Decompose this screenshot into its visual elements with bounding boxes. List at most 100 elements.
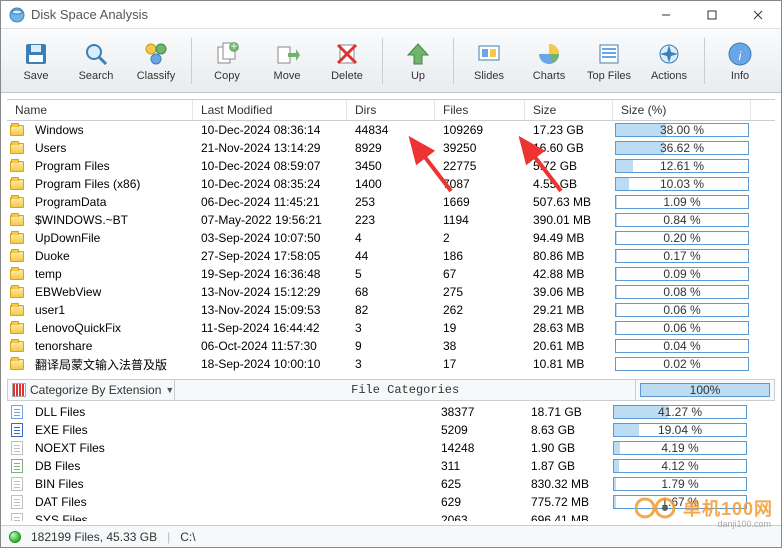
- folder-icon: [7, 341, 27, 352]
- folder-size: 80.86 MB: [525, 249, 613, 263]
- statusbar: 182199 Files, 45.33 GB | C:\: [1, 525, 781, 547]
- folder-modified: 11-Sep-2024 16:44:42: [193, 321, 347, 335]
- folder-modified: 19-Sep-2024 16:36:48: [193, 267, 347, 281]
- folder-icon: [7, 125, 27, 136]
- maximize-button[interactable]: [689, 1, 735, 29]
- delete-button[interactable]: Delete: [318, 34, 376, 88]
- folder-modified: 03-Sep-2024 10:07:50: [193, 231, 347, 245]
- folder-row[interactable]: Program Files 10-Dec-2024 08:59:07 3450 …: [7, 157, 775, 175]
- minimize-button[interactable]: [643, 1, 689, 29]
- tool-label: Save: [23, 70, 48, 82]
- filetype-row[interactable]: SYS Files 2063 696.41 MB: [7, 511, 775, 521]
- folder-size: 94.49 MB: [525, 231, 613, 245]
- actions-button[interactable]: Actions: [640, 34, 698, 88]
- filetype-files: 311: [433, 459, 523, 473]
- folder-modified: 13-Nov-2024 15:12:29: [193, 285, 347, 299]
- category-color-swatch: [12, 383, 26, 397]
- col-last-modified[interactable]: Last Modified: [193, 100, 347, 120]
- folder-dirs: 5: [347, 267, 435, 281]
- svg-text:i: i: [739, 49, 742, 63]
- folder-row[interactable]: Duoke 27-Sep-2024 17:58:05 44 186 80.86 …: [7, 247, 775, 265]
- folder-row[interactable]: temp 19-Sep-2024 16:36:48 5 67 42.88 MB …: [7, 265, 775, 283]
- file-icon: [7, 459, 27, 473]
- folder-icon: [7, 251, 27, 262]
- classify-button[interactable]: Classify: [127, 34, 185, 88]
- folder-modified: 10-Dec-2024 08:35:24: [193, 177, 347, 191]
- save-button[interactable]: Save: [7, 34, 65, 88]
- filetype-files: 629: [433, 495, 523, 509]
- folder-name: LenovoQuickFix: [27, 321, 193, 335]
- folder-name: 翻译局蒙文输入法普及版: [27, 356, 193, 373]
- folder-size: 42.88 MB: [525, 267, 613, 281]
- folder-modified: 27-Sep-2024 17:58:05: [193, 249, 347, 263]
- folder-files: 19: [435, 321, 525, 335]
- folder-pct: 0.02 %: [613, 357, 751, 371]
- filetype-files: 2063: [433, 513, 523, 521]
- charts-button[interactable]: Charts: [520, 34, 578, 88]
- chevron-down-icon[interactable]: ▼: [165, 385, 174, 395]
- folder-row[interactable]: tenorshare 06-Oct-2024 11:57:30 9 38 20.…: [7, 337, 775, 355]
- folder-icon: [7, 359, 27, 370]
- filetype-row[interactable]: DB Files 311 1.87 GB 4.12 %: [7, 457, 775, 475]
- col-name[interactable]: Name: [7, 100, 193, 120]
- filetype-row[interactable]: DLL Files 38377 18.71 GB 41.27 %: [7, 403, 775, 421]
- filetype-size: 1.90 GB: [523, 441, 611, 455]
- folder-name: Program Files (x86): [27, 177, 193, 191]
- folder-size: 4.55 GB: [525, 177, 613, 191]
- folder-row[interactable]: EBWebView 13-Nov-2024 15:12:29 68 275 39…: [7, 283, 775, 301]
- folder-row[interactable]: ProgramData 06-Dec-2024 11:45:21 253 166…: [7, 193, 775, 211]
- folder-row[interactable]: Users 21-Nov-2024 13:14:29 8929 39250 16…: [7, 139, 775, 157]
- folder-dirs: 1400: [347, 177, 435, 191]
- up-button[interactable]: Up: [389, 34, 447, 88]
- folder-row[interactable]: UpDownFile 03-Sep-2024 10:07:50 4 2 94.4…: [7, 229, 775, 247]
- filetype-row[interactable]: DAT Files 629 775.72 MB 1.67 %: [7, 493, 775, 511]
- col-files[interactable]: Files: [435, 100, 525, 120]
- filetype-row[interactable]: NOEXT Files 14248 1.90 GB 4.19 %: [7, 439, 775, 457]
- window-title: Disk Space Analysis: [31, 7, 643, 22]
- status-led-icon: [9, 531, 21, 543]
- filetype-size: 8.63 GB: [523, 423, 611, 437]
- folder-pct: 0.06 %: [613, 321, 751, 335]
- filetype-row[interactable]: BIN Files 625 830.32 MB 1.79 %: [7, 475, 775, 493]
- folder-row[interactable]: Program Files (x86) 10-Dec-2024 08:35:24…: [7, 175, 775, 193]
- folder-pct: 0.20 %: [613, 231, 751, 245]
- search-button[interactable]: Search: [67, 34, 125, 88]
- file-icon: [7, 423, 27, 437]
- tool-label: Info: [731, 70, 749, 82]
- folder-row[interactable]: 翻译局蒙文输入法普及版 18-Sep-2024 10:00:10 3 17 10…: [7, 355, 775, 373]
- categorize-toggle[interactable]: Categorize By Extension: [30, 383, 161, 397]
- move-button[interactable]: Move: [258, 34, 316, 88]
- folder-pct: 12.61 %: [613, 159, 751, 173]
- folder-row[interactable]: user1 13-Nov-2024 15:09:53 82 262 29.21 …: [7, 301, 775, 319]
- folder-dirs: 253: [347, 195, 435, 209]
- folder-dirs: 8929: [347, 141, 435, 155]
- folder-row[interactable]: $WINDOWS.~BT 07-May-2022 19:56:21 223 11…: [7, 211, 775, 229]
- folder-pct: 0.04 %: [613, 339, 751, 353]
- col-size-pct[interactable]: Size (%): [613, 100, 751, 120]
- folder-files: 39250: [435, 141, 525, 155]
- folder-dirs: 44834: [347, 123, 435, 137]
- folder-dirs: 3: [347, 321, 435, 335]
- folder-pct: 10.03 %: [613, 177, 751, 191]
- copy-button[interactable]: +Copy: [198, 34, 256, 88]
- filetype-row[interactable]: EXE Files 5209 8.63 GB 19.04 %: [7, 421, 775, 439]
- col-dirs[interactable]: Dirs: [347, 100, 435, 120]
- col-size[interactable]: Size: [525, 100, 613, 120]
- file-icon: [7, 477, 27, 491]
- folder-row[interactable]: LenovoQuickFix 11-Sep-2024 16:44:42 3 19…: [7, 319, 775, 337]
- folder-row[interactable]: Windows 10-Dec-2024 08:36:14 44834 10926…: [7, 121, 775, 139]
- topfiles-button[interactable]: Top Files: [580, 34, 638, 88]
- info-button[interactable]: i Info: [711, 34, 769, 88]
- filetype-pct: 41.27 %: [611, 405, 749, 419]
- slides-icon: [475, 40, 503, 68]
- folder-grid[interactable]: Windows 10-Dec-2024 08:36:14 44834 10926…: [7, 121, 775, 373]
- slides-button[interactable]: Slides: [460, 34, 518, 88]
- folder-name: Windows: [27, 123, 193, 137]
- filetypes-grid[interactable]: DLL Files 38377 18.71 GB 41.27 % EXE Fil…: [7, 403, 775, 521]
- file-icon: [7, 495, 27, 509]
- close-button[interactable]: [735, 1, 781, 29]
- tool-label: Delete: [331, 70, 363, 82]
- folder-size: 17.23 GB: [525, 123, 613, 137]
- folder-files: 38: [435, 339, 525, 353]
- filetype-size: 696.41 MB: [523, 513, 611, 521]
